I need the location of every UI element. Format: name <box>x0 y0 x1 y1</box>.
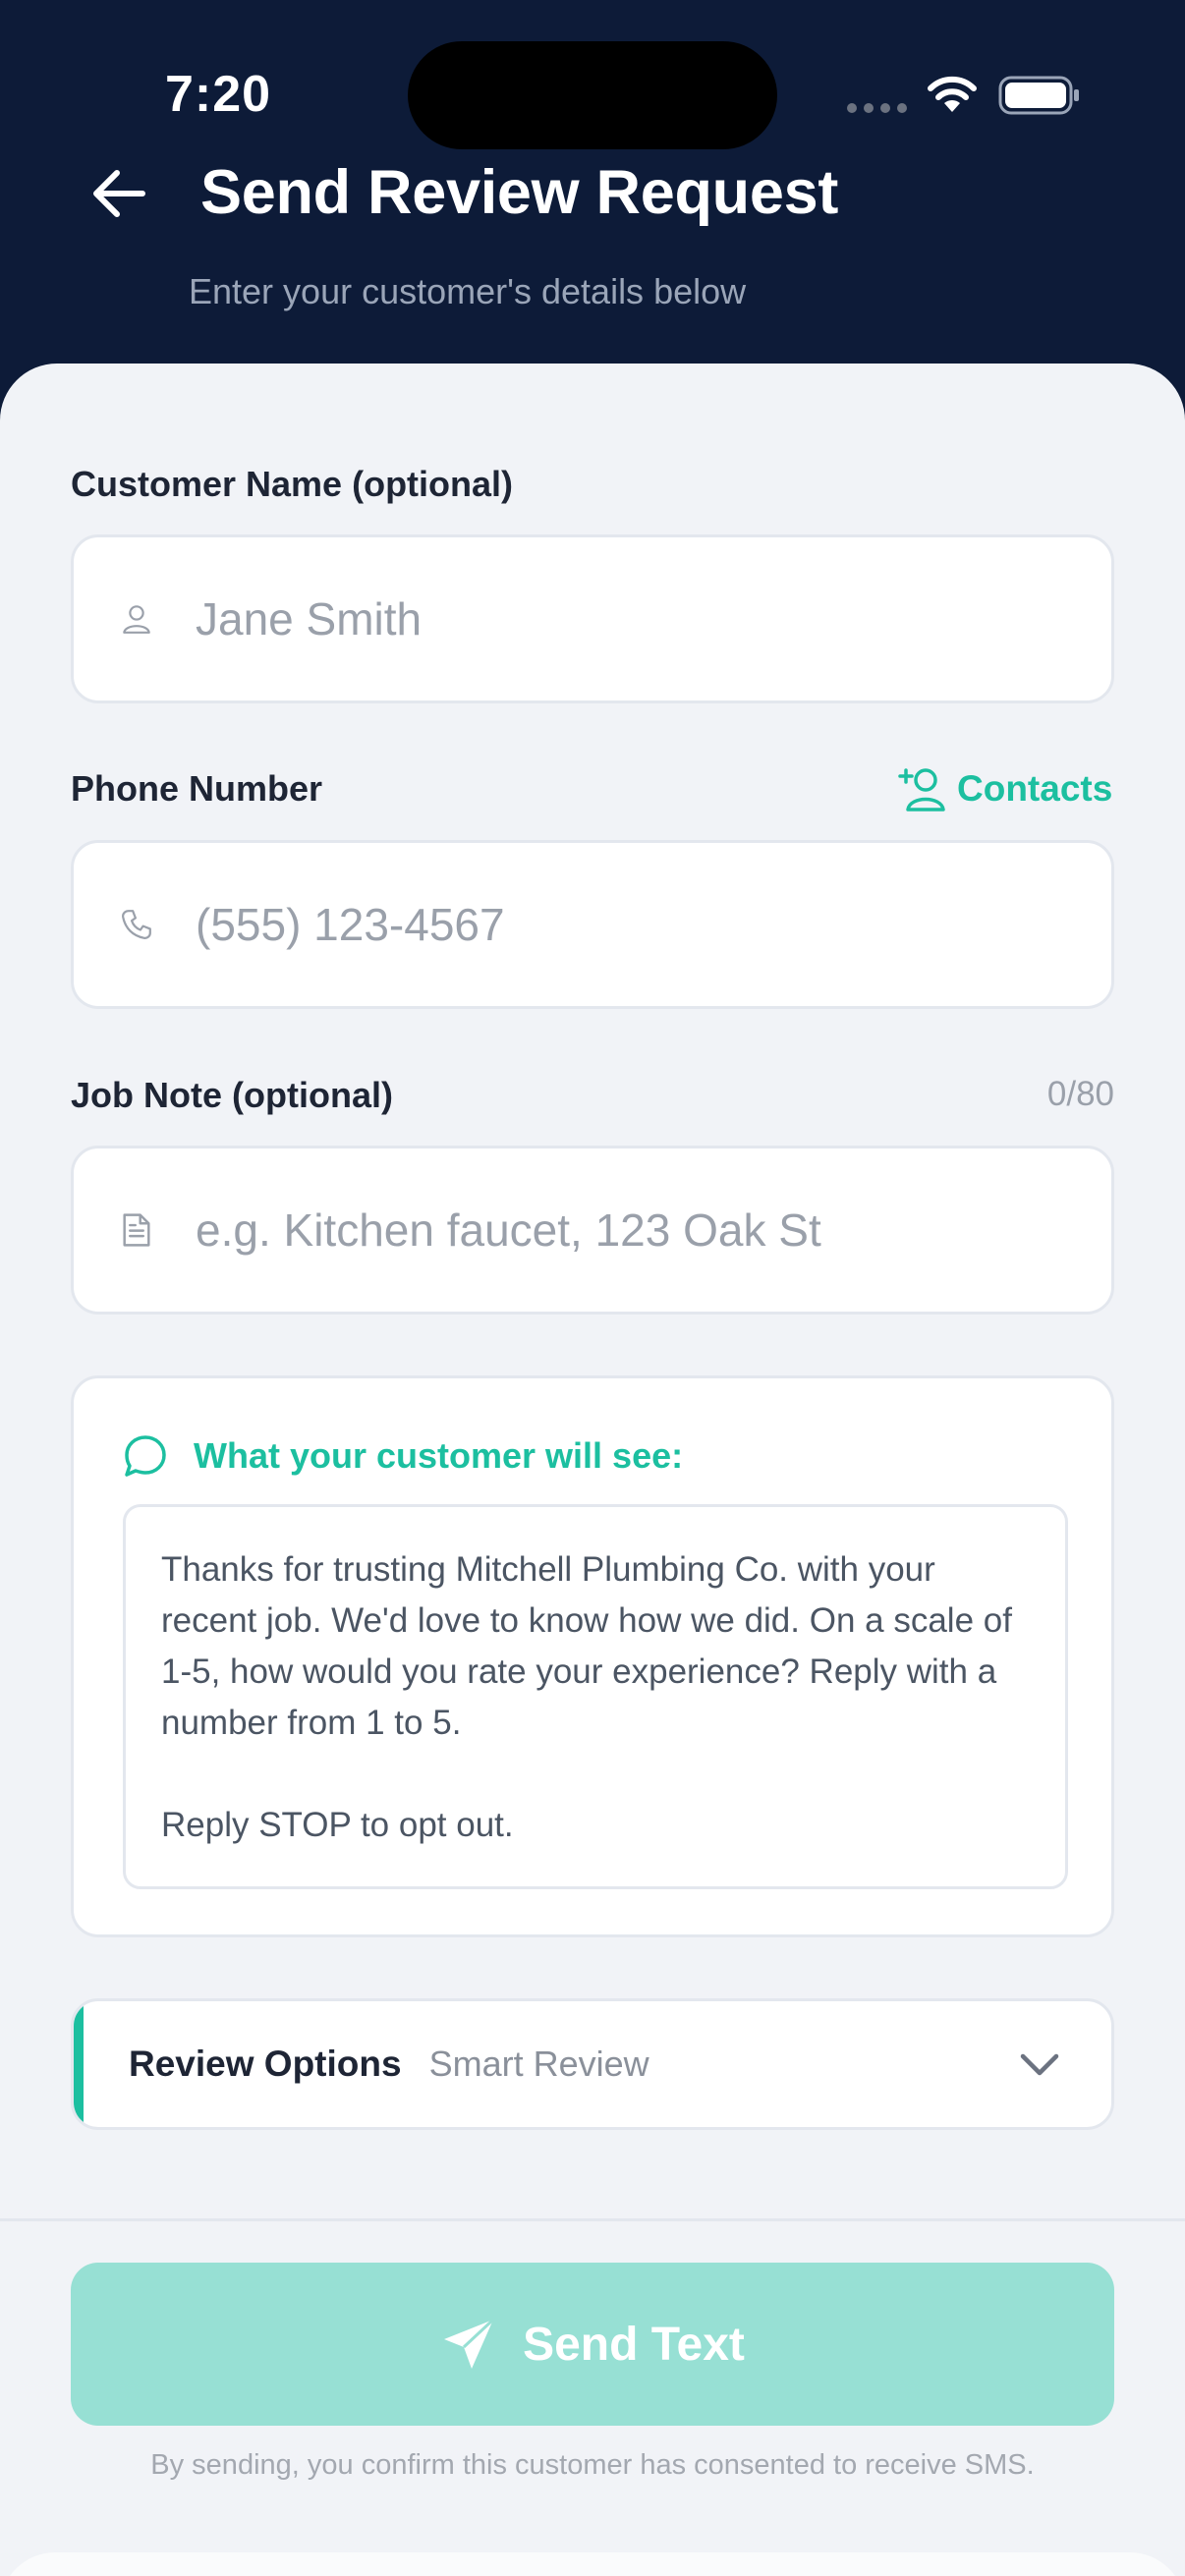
dynamic-island <box>408 41 777 149</box>
preview-heading-text: What your customer will see: <box>194 1435 684 1476</box>
battery-icon <box>998 75 1081 121</box>
cellular-signal-icon <box>847 103 907 113</box>
job-note-input[interactable] <box>196 1204 1041 1257</box>
phone-input[interactable] <box>196 898 1041 951</box>
phone-label: Phone Number <box>71 768 323 809</box>
send-text-label: Send Text <box>523 2318 745 2371</box>
consent-text: By sending, you confirm this customer ha… <box>150 2449 1035 2481</box>
customer-name-label: Customer Name (optional) <box>71 464 514 504</box>
status-time: 7:20 <box>165 66 272 123</box>
job-note-counter: 0/80 <box>1046 1075 1114 1113</box>
contacts-label: Contacts <box>957 768 1113 809</box>
person-icon <box>74 590 152 647</box>
arrow-left-icon <box>93 170 145 217</box>
page-subtitle: Enter your customer's details below <box>189 271 747 311</box>
preview-heading: What your customer will see: <box>123 1433 683 1479</box>
chevron-down-icon <box>1020 2053 1059 2076</box>
app-header: 7:20 Send Review Request Enter your cust… <box>0 0 1185 413</box>
phone-icon <box>74 896 152 953</box>
bottom-sheet-edge <box>0 2552 1185 2576</box>
review-options-dropdown[interactable]: Review Options Smart Review <box>71 1998 1114 2130</box>
review-options-value: Smart Review <box>428 2044 649 2084</box>
phone-field[interactable] <box>71 840 1114 1009</box>
wifi-icon <box>926 75 979 119</box>
accent-bar <box>74 2001 84 2127</box>
paper-plane-icon <box>444 2318 495 2369</box>
message-preview-card: What your customer will see: Thanks for … <box>71 1375 1114 1937</box>
preview-message: Thanks for trusting Mitchell Plumbing Co… <box>161 1550 1012 1844</box>
customer-name-input[interactable] <box>196 592 1041 645</box>
page-title: Send Review Request <box>200 158 839 227</box>
job-note-label: Job Note (optional) <box>71 1075 393 1115</box>
contacts-button[interactable]: Contacts <box>898 766 1112 812</box>
footer-bar: Send Text By sending, you confirm this c… <box>0 2218 1185 2576</box>
review-options-title: Review Options <box>129 2044 402 2084</box>
back-button[interactable] <box>86 163 151 224</box>
send-text-button[interactable]: Send Text <box>71 2263 1114 2426</box>
document-icon <box>74 1202 152 1259</box>
chat-bubble-icon <box>125 1435 166 1477</box>
customer-name-field[interactable] <box>71 534 1114 703</box>
preview-message-box: Thanks for trusting Mitchell Plumbing Co… <box>123 1504 1068 1889</box>
job-note-field[interactable] <box>71 1146 1114 1315</box>
add-contact-icon <box>898 768 945 812</box>
